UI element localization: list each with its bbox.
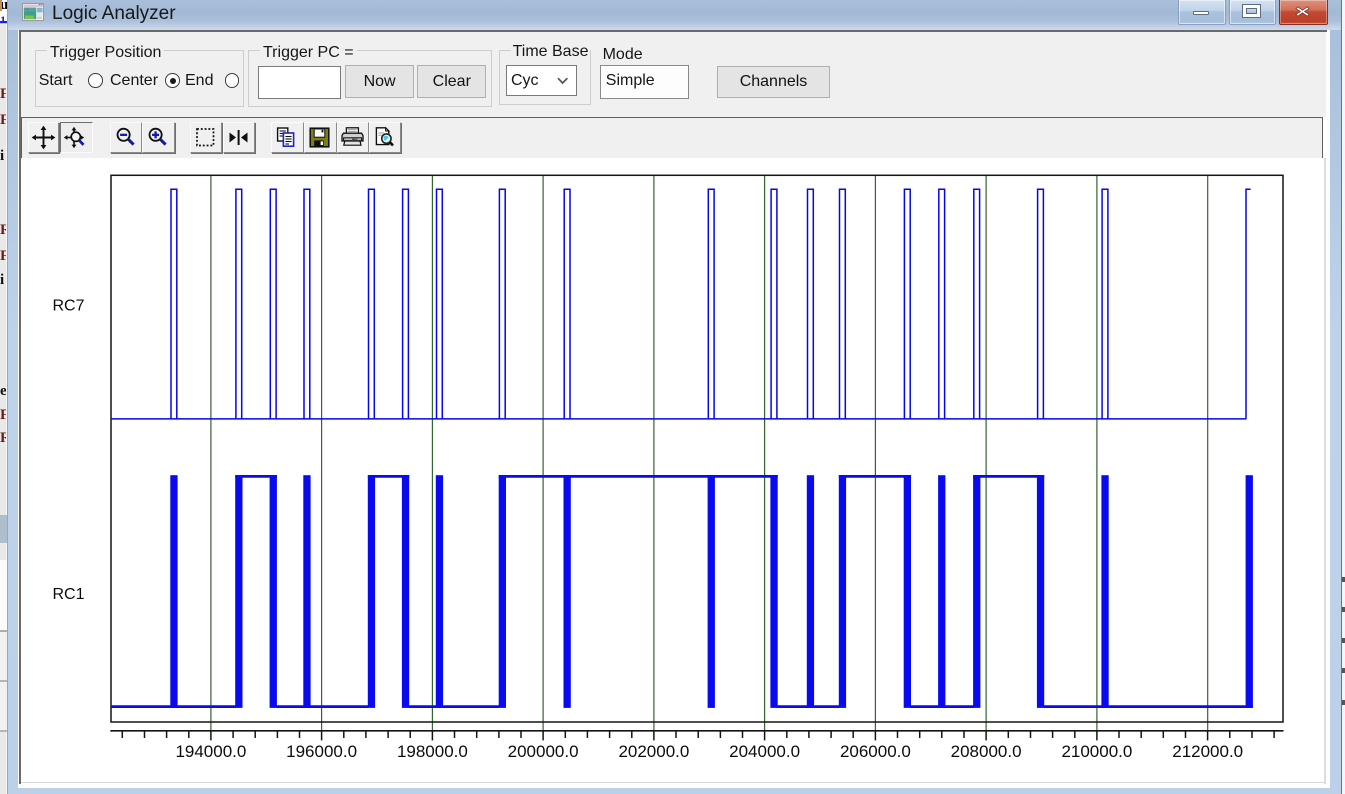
svg-text:200000.0: 200000.0 [508,742,579,761]
svg-text:210000.0: 210000.0 [1061,742,1132,761]
svg-text:RC7: RC7 [53,298,85,315]
svg-text:202000.0: 202000.0 [618,742,689,761]
svg-text:206000.0: 206000.0 [840,742,911,761]
svg-text:196000.0: 196000.0 [286,742,357,761]
svg-text:RC1: RC1 [53,586,85,603]
svg-text:194000.0: 194000.0 [175,742,246,761]
svg-text:204000.0: 204000.0 [729,742,800,761]
svg-text:212000.0: 212000.0 [1172,742,1243,761]
svg-text:198000.0: 198000.0 [397,742,468,761]
svg-text:208000.0: 208000.0 [951,742,1022,761]
